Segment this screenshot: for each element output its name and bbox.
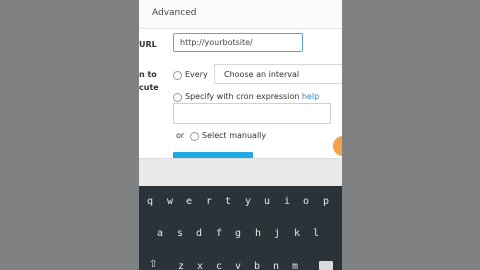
key-k[interactable]: k [289,228,305,239]
key-row3-1[interactable]: z [173,261,189,270]
cron-label-text: Specify with cron expression [185,92,300,101]
key-e[interactable]: e [181,196,197,207]
key-row3-6[interactable]: n [268,261,284,270]
key-row3-2[interactable]: x [192,261,208,270]
key-o[interactable]: o [298,196,314,207]
left-gray-panel [0,0,139,270]
key-s[interactable]: s [172,228,188,239]
right-gray-panel [342,0,480,270]
interval-select-value: Choose an interval [224,70,300,79]
manual-radio[interactable] [190,132,199,141]
key-d[interactable]: d [191,228,207,239]
advanced-section-header[interactable]: Advanced [139,0,342,29]
key-q[interactable]: q [142,196,158,207]
key-g[interactable]: g [230,228,246,239]
key-a[interactable]: a [152,228,168,239]
key-t[interactable]: t [220,196,236,207]
when-to-execute-label-line2: cute [139,83,159,92]
url-label: URL [139,40,157,49]
key-j[interactable]: j [269,228,285,239]
key-l[interactable]: l [308,228,324,239]
onscreen-keyboard: q w e r t y u i o p a s d f g h j k l ⇧ … [139,186,342,270]
every-radio[interactable] [173,71,182,80]
url-input[interactable] [173,33,303,52]
key-row3-5[interactable]: b [249,261,265,270]
key-f[interactable]: f [211,228,227,239]
phone-screen: Advanced URL n to cute Every Choose an i… [139,0,342,270]
key-y[interactable]: y [240,196,256,207]
cron-radio[interactable] [173,93,182,102]
select-manually-label: Select manually [202,131,267,140]
key-p[interactable]: p [318,196,334,207]
backspace-icon[interactable] [319,261,333,270]
advanced-section-title: Advanced [152,8,197,18]
keyboard-suggestion-strip [139,158,342,187]
when-to-execute-label-line1: n to [139,70,157,79]
key-row3-7[interactable]: m [287,261,303,270]
or-label: or [176,131,185,140]
help-link[interactable]: help [302,92,319,101]
interval-select[interactable]: Choose an interval [214,64,342,84]
key-h[interactable]: h [250,228,266,239]
key-w[interactable]: w [162,196,178,207]
key-r[interactable]: r [201,196,217,207]
shift-icon[interactable]: ⇧ [149,259,157,270]
every-label: Every [185,70,208,79]
cron-expression-input[interactable] [173,103,331,124]
key-row3-4[interactable]: v [230,261,246,270]
key-row3-3[interactable]: c [211,261,227,270]
cron-label: Specify with cron expression help [185,92,319,101]
key-u[interactable]: u [259,196,275,207]
floating-action-button[interactable] [333,136,342,156]
key-i[interactable]: i [279,196,295,207]
